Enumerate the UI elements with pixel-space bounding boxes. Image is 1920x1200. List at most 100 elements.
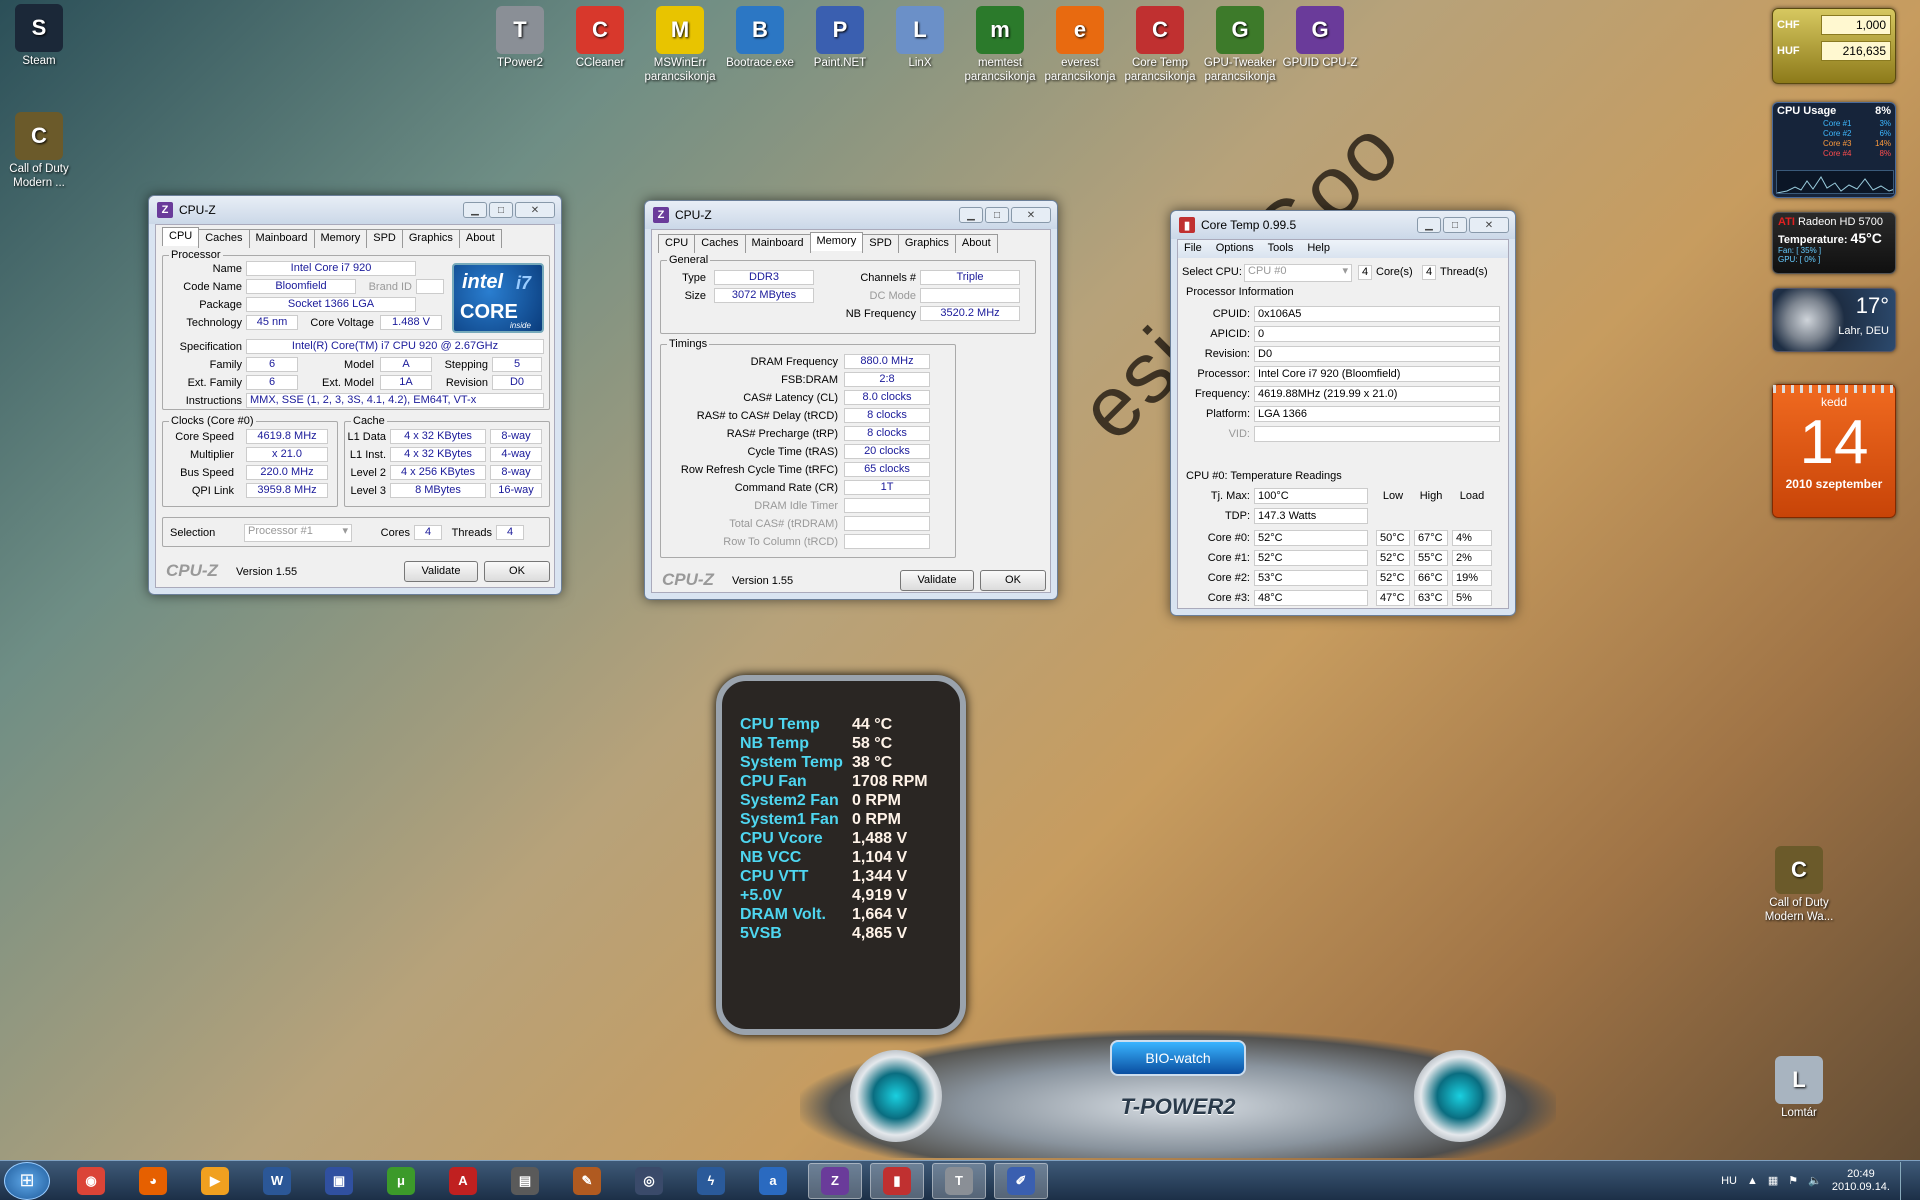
desktop-icon[interactable]: C Core Temp parancsikonja (1121, 6, 1199, 84)
close-button[interactable]: ✕ (1469, 217, 1509, 233)
taskbar-button[interactable]: ✐ (994, 1162, 1048, 1199)
tab-about[interactable]: About (954, 234, 998, 253)
maximize-button[interactable]: □ (489, 202, 513, 218)
title-bar[interactable]: Z CPU-Z ▁ □ ✕ (645, 201, 1057, 229)
label: QPI Link (191, 485, 234, 497)
currency-row[interactable]: HUF 216,635 (1777, 41, 1891, 61)
taskbar-button[interactable]: W (250, 1163, 304, 1199)
tab-spd[interactable]: SPD (862, 234, 899, 253)
calendar-gadget[interactable]: kedd 14 2010 szeptember (1772, 384, 1896, 518)
taskbar-button[interactable]: ✎ (560, 1163, 614, 1199)
title-bar[interactable]: Z CPU-Z ▁ □ ✕ (149, 196, 561, 224)
currency-row[interactable]: CHF 1,000 (1777, 15, 1891, 35)
cpu-select[interactable]: CPU #0 ▾ (1244, 264, 1352, 282)
tab-graphics[interactable]: Graphics (401, 229, 460, 248)
currency-gadget[interactable]: CHF 1,000 HUF 216,635 (1772, 8, 1896, 84)
tab-caches[interactable]: Caches (198, 229, 250, 248)
desktop-icon[interactable]: B Bootrace.exe (721, 6, 799, 70)
desktop-icon[interactable]: e everest parancsikonja (1041, 6, 1119, 84)
coretemp-window[interactable]: ▮ Core Temp 0.99.5 ▁ □ ✕ File Options Tools He… (1170, 210, 1516, 616)
tab-mainboard[interactable]: Mainboard (744, 234, 811, 253)
desktop-icon[interactable]: m memtest parancsikonja (961, 6, 1039, 84)
taskbar-button[interactable]: ϟ (684, 1163, 738, 1199)
close-button[interactable]: ✕ (515, 202, 555, 218)
taskbar-button[interactable]: ▣ (312, 1163, 366, 1199)
start-button[interactable]: ⊞ (4, 1161, 50, 1200)
desktop-icon[interactable]: L LinX (881, 6, 959, 70)
info-icon: e (1056, 6, 1104, 54)
taskbar-button[interactable]: ◉ (64, 1163, 118, 1199)
show-desktop-button[interactable] (1900, 1161, 1912, 1200)
weather-gadget[interactable]: 17° Lahr, DEU (1772, 288, 1896, 352)
ok-button[interactable]: OK (484, 561, 550, 582)
timing-value (844, 498, 930, 513)
taskbar-button[interactable]: T (932, 1162, 986, 1199)
desktop-icon[interactable]: T TPower2 (481, 6, 559, 70)
show-hidden-icons-icon[interactable]: ▲ (1747, 1175, 1758, 1187)
specification-value: Intel(R) Core(TM) i7 CPU 920 @ 2.67GHz (246, 339, 544, 354)
ok-button[interactable]: OK (980, 570, 1046, 591)
volume-icon[interactable]: 🔈 (1808, 1174, 1822, 1187)
desktop-icon[interactable]: G GPUID CPU-Z (1281, 6, 1359, 70)
taskbar-button[interactable]: Z (808, 1162, 862, 1199)
taskbar-button[interactable]: ◎ (622, 1163, 676, 1199)
validate-button[interactable]: Validate (404, 561, 478, 582)
menu-options[interactable]: Options (1216, 242, 1254, 256)
desktop-icon[interactable]: C CCleaner (561, 6, 639, 70)
core-t-value: 48°C (1254, 590, 1368, 606)
clock[interactable]: 20:49 2010.09.14. (1832, 1168, 1890, 1194)
gpu-gadget[interactable]: ATI Radeon HD 5700 Temperature: 45°C Fan… (1772, 212, 1896, 274)
tab-caches[interactable]: Caches (694, 234, 746, 253)
minimize-button[interactable]: ▁ (959, 207, 983, 223)
close-button[interactable]: ✕ (1011, 207, 1051, 223)
maximize-button[interactable]: □ (1443, 217, 1467, 233)
tab-graphics[interactable]: Graphics (897, 234, 956, 253)
tab-memory[interactable]: Memory (809, 232, 864, 251)
cpuz-cpu-window[interactable]: Z CPU-Z ▁ □ ✕ CPU Caches Mainboard Memory SPD Gr… (148, 195, 562, 595)
windows-logo-icon: ⊞ (19, 1170, 35, 1190)
taskbar-button[interactable]: a (746, 1163, 800, 1199)
tdp-value: 147.3 Watts (1254, 508, 1368, 524)
taskbar-button[interactable]: A (436, 1163, 490, 1199)
tab-cpu[interactable]: CPU (162, 227, 200, 246)
menu-help[interactable]: Help (1307, 242, 1330, 256)
processor-select[interactable]: Processor #1 ▾ (244, 524, 352, 542)
desktop-icon[interactable]: C Call of Duty Modern Wa... (1760, 846, 1838, 924)
tab-strip: CPU Caches Mainboard Memory SPD Graphics About (162, 227, 502, 248)
network-icon[interactable]: ▦ (1768, 1174, 1778, 1187)
desktop-icon[interactable]: L Lomtár (1760, 1056, 1838, 1120)
cpu-usage-gadget[interactable]: CPU Usage 8% Core #1 3% Core #2 6% Core #3 14%… (1772, 102, 1896, 198)
minimize-button[interactable]: ▁ (463, 202, 487, 218)
language-indicator[interactable]: HU (1721, 1175, 1737, 1187)
bio-watch-button[interactable]: BIO-watch (1110, 1040, 1246, 1076)
maximize-button[interactable]: □ (985, 207, 1009, 223)
tab-mainboard[interactable]: Mainboard (248, 229, 315, 248)
paint-icon: P (816, 6, 864, 54)
menu-file[interactable]: File (1184, 242, 1202, 256)
taskbar-button[interactable]: ◕ (126, 1163, 180, 1199)
desktop-icon[interactable]: P Paint.NET (801, 6, 879, 70)
menu-tools[interactable]: Tools (1268, 242, 1294, 256)
desktop-icon[interactable]: C Call of Duty Modern ... (0, 112, 78, 190)
desktop-icon[interactable]: M MSWinErr parancsikonja (641, 6, 719, 84)
tab-about[interactable]: About (458, 229, 502, 248)
tab-memory[interactable]: Memory (313, 229, 368, 248)
taskbar-button[interactable]: ▤ (498, 1163, 552, 1199)
cpuz-memory-window[interactable]: Z CPU-Z ▁ □ ✕ CPU Caches Mainboard Memory SPD Gr… (644, 200, 1058, 600)
threads-value: 4 (496, 525, 524, 540)
taskbar-button[interactable]: ▶ (188, 1163, 242, 1199)
desktop-icon[interactable]: G GPU-Tweaker parancsikonja (1201, 6, 1279, 84)
desktop-icon[interactable]: S Steam (0, 4, 78, 68)
tab-spd[interactable]: SPD (366, 229, 403, 248)
tool-icon: ✎ (573, 1166, 601, 1195)
taskbar-button[interactable]: ▮ (870, 1162, 924, 1199)
minimize-button[interactable]: ▁ (1417, 217, 1441, 233)
validate-button[interactable]: Validate (900, 570, 974, 591)
title-bar[interactable]: ▮ Core Temp 0.99.5 ▁ □ ✕ (1171, 211, 1515, 239)
taskbar-button[interactable]: μ (374, 1163, 428, 1199)
flag-icon[interactable]: ⚑ (1788, 1174, 1798, 1187)
cores-value: 4 (414, 525, 442, 540)
tab-cpu[interactable]: CPU (658, 234, 696, 253)
core-lo-value: 52°C (1376, 570, 1410, 586)
usage-line (1777, 176, 1893, 193)
